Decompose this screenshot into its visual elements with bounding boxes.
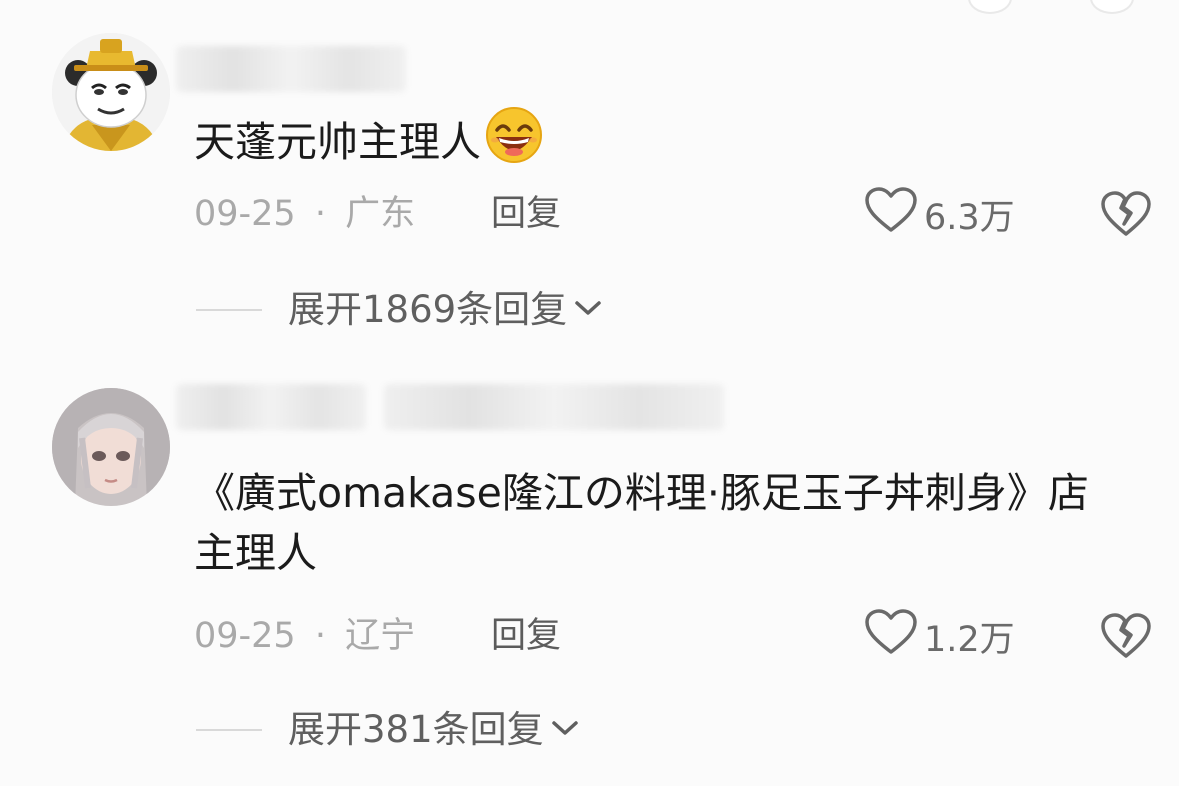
reply-button[interactable]: 回复 [491,190,561,238]
top-edge-icon [1090,0,1134,14]
like-button[interactable]: 1.2万 [864,608,1015,660]
dislike-button[interactable] [1100,612,1152,660]
comment-date: 09-25 [194,194,296,234]
expand-replies-label: 展开1869条回复 [288,288,568,331]
chevron-down-icon [573,298,603,322]
expand-replies-button[interactable]: 展开381条回复 [196,706,580,754]
comment-text: 天蓬元帅主理人 [194,106,1124,180]
expand-replies-button[interactable]: 展开1869条回复 [196,286,603,334]
expand-replies-label: 展开381条回复 [288,708,544,751]
meta-separator: · [314,616,326,656]
reply-button[interactable]: 回复 [491,612,561,660]
like-button[interactable]: 6.3万 [864,186,1015,238]
chevron-down-icon [550,718,580,742]
username-blurred[interactable] [176,46,406,92]
like-count: 6.3万 [924,197,1015,238]
heart-outline-icon [864,186,918,243]
avatar[interactable] [52,33,170,151]
comment-date: 09-25 [194,616,296,656]
comment-list: 天蓬元帅主理人 09-25 · 广东 回复 6.3万 展开1869条回复 《廣式… [0,0,1179,786]
expand-divider [196,309,262,311]
broken-heart-icon [1100,191,1152,242]
grin-emoji-icon [483,106,545,180]
heart-outline-icon [864,608,918,665]
top-edge-icon [968,0,1012,14]
comment-location: 广东 [345,194,416,234]
username-blurred[interactable] [176,384,366,430]
comment-text: 《廣式omakase隆江の料理·豚足玉子丼刺身》店主理人 [194,469,1089,577]
dislike-button[interactable] [1100,190,1152,238]
avatar[interactable] [52,388,170,506]
username-blurred[interactable] [384,384,724,430]
meta-separator: · [314,194,326,234]
comment-meta: 09-25 · 辽宁 [194,612,415,660]
like-count: 1.2万 [924,619,1015,660]
comment-location: 辽宁 [345,616,416,656]
comment-meta: 09-25 · 广东 [194,190,415,238]
broken-heart-icon [1100,613,1152,664]
expand-divider [196,729,262,731]
